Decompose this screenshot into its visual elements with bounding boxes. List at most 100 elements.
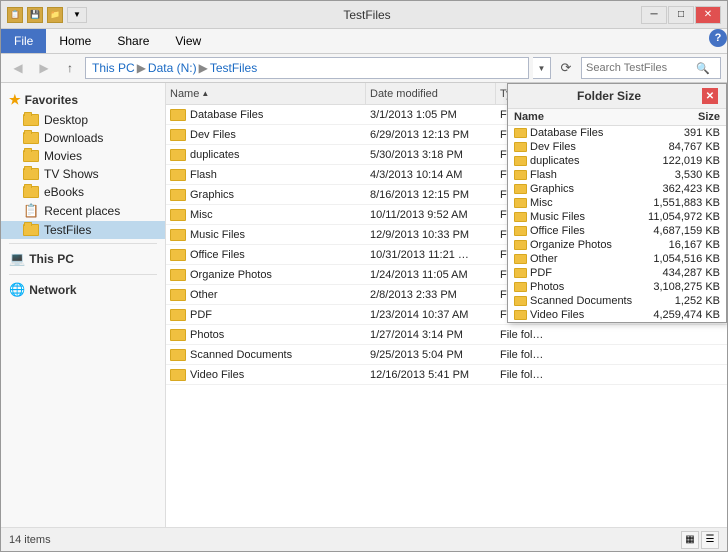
file-name-label: Organize Photos — [190, 269, 272, 281]
sidebar-label-tvshows: TV Shows — [44, 167, 99, 181]
tab-view[interactable]: View — [162, 29, 214, 53]
popup-folder-icon — [514, 128, 527, 138]
popup-folder-icon — [514, 170, 527, 180]
file-name-cell: duplicates — [166, 149, 366, 161]
list-item[interactable]: Music Files 11,054,972 KB — [508, 210, 726, 224]
sidebar-item-tvshows[interactable]: TV Shows — [1, 165, 165, 183]
list-item[interactable]: duplicates 122,019 KB — [508, 154, 726, 168]
list-item[interactable]: Organize Photos 16,167 KB — [508, 238, 726, 252]
popup-name-label: Other — [530, 253, 558, 265]
address-path[interactable]: This PC ▶ Data (N:) ▶ TestFiles — [85, 57, 529, 79]
path-data[interactable]: Data (N:) — [148, 61, 197, 75]
folder-icon — [170, 169, 186, 181]
file-date-cell: 12/9/2013 10:33 PM — [366, 229, 496, 241]
sidebar-label-movies: Movies — [44, 149, 82, 163]
sort-chevron: ▲ — [201, 89, 209, 98]
up-button[interactable]: ↑ — [59, 57, 81, 79]
refresh-button[interactable]: ⟳ — [555, 57, 577, 79]
folder-icon — [170, 369, 186, 381]
popup-item-name: Dev Files — [514, 141, 640, 153]
sidebar-favorites-section: ★ Favorites Desktop Downloads Movies — [1, 89, 165, 239]
sidebar-item-ebooks[interactable]: eBooks — [1, 183, 165, 201]
popup-name-label: Database Files — [530, 127, 603, 139]
close-button[interactable]: ✕ — [695, 6, 721, 24]
window-dropdown[interactable]: ▼ — [67, 7, 87, 23]
table-row[interactable]: Photos 1/27/2014 3:14 PM File fol… — [166, 325, 727, 345]
file-name-label: Flash — [190, 169, 217, 181]
popup-name-label: PDF — [530, 267, 552, 279]
maximize-button[interactable]: □ — [668, 6, 694, 24]
list-item[interactable]: Photos 3,108,275 KB — [508, 280, 726, 294]
sidebar-sep-1 — [9, 243, 157, 244]
list-item[interactable]: Video Files 4,259,474 KB — [508, 308, 726, 322]
list-item[interactable]: PDF 434,287 KB — [508, 266, 726, 280]
file-name-cell: Dev Files — [166, 129, 366, 141]
file-name-label: Other — [190, 289, 218, 301]
tab-home[interactable]: Home — [46, 29, 104, 53]
address-dropdown[interactable]: ▼ — [533, 57, 551, 79]
path-testfiles[interactable]: TestFiles — [210, 61, 257, 75]
sidebar-thispc-header[interactable]: 💻 This PC — [1, 248, 165, 270]
list-item[interactable]: Other 1,054,516 KB — [508, 252, 726, 266]
popup-close-button[interactable]: ✕ — [702, 88, 718, 104]
window: 📋 💾 📁 ▼ TestFiles ─ □ ✕ File Home Share … — [0, 0, 728, 552]
window-controls: ─ □ ✕ — [641, 6, 721, 24]
sidebar-network-header[interactable]: 🌐 Network — [1, 279, 165, 301]
list-item[interactable]: Database Files 391 KB — [508, 126, 726, 140]
list-item[interactable]: Scanned Documents 1,252 KB — [508, 294, 726, 308]
file-name-label: Photos — [190, 329, 224, 341]
popup-size-cell: 1,054,516 KB — [640, 253, 720, 265]
file-date-cell: 1/24/2013 11:05 AM — [366, 269, 496, 281]
popup-header: Folder Size ✕ — [508, 84, 726, 109]
sidebar-item-movies[interactable]: Movies — [1, 147, 165, 165]
back-button[interactable]: ◀ — [7, 57, 29, 79]
help-button[interactable]: ? — [709, 29, 727, 47]
list-item[interactable]: Dev Files 84,767 KB — [508, 140, 726, 154]
folder-icon-testfiles — [23, 224, 39, 236]
file-name-cell: PDF — [166, 309, 366, 321]
computer-icon: 💻 — [9, 251, 25, 267]
popup-name-label: Office Files — [530, 225, 585, 237]
forward-button[interactable]: ▶ — [33, 57, 55, 79]
list-item[interactable]: Flash 3,530 KB — [508, 168, 726, 182]
sidebar-item-testfiles[interactable]: TestFiles — [1, 221, 165, 239]
table-row[interactable]: Video Files 12/16/2013 5:41 PM File fol… — [166, 365, 727, 385]
file-name-label: Misc — [190, 209, 213, 221]
popup-folder-icon — [514, 254, 527, 264]
col-header-name[interactable]: Name ▲ — [166, 83, 366, 104]
popup-item-name: Office Files — [514, 225, 640, 237]
popup-folder-icon — [514, 212, 527, 222]
list-item[interactable]: Office Files 4,687,159 KB — [508, 224, 726, 238]
details-view-button[interactable]: ☰ — [701, 531, 719, 549]
list-item[interactable]: Misc 1,551,883 KB — [508, 196, 726, 210]
tab-file[interactable]: File — [1, 29, 46, 53]
search-input[interactable] — [586, 62, 696, 74]
popup-folder-icon — [514, 184, 527, 194]
folder-icon — [170, 229, 186, 241]
popup-col-size-header: Size — [640, 111, 720, 123]
sidebar-item-downloads[interactable]: Downloads — [1, 129, 165, 147]
popup-folder-icon — [514, 226, 527, 236]
popup-size-cell: 4,259,474 KB — [640, 309, 720, 321]
popup-folder-icon — [514, 240, 527, 250]
minimize-button[interactable]: ─ — [641, 6, 667, 24]
list-item[interactable]: Graphics 362,423 KB — [508, 182, 726, 196]
sidebar-item-recentplaces[interactable]: 📋 Recent places — [1, 201, 165, 221]
table-row[interactable]: Scanned Documents 9/25/2013 5:04 PM File… — [166, 345, 727, 365]
file-name-label: Graphics — [190, 189, 234, 201]
file-date-cell: 5/30/2013 3:18 PM — [366, 149, 496, 161]
folder-size-popup: Folder Size ✕ Name Size Database Files 3… — [507, 83, 727, 323]
folder-icon-movies — [23, 150, 39, 162]
folder-icon — [170, 149, 186, 161]
large-icons-view-button[interactable]: ▦ — [681, 531, 699, 549]
sidebar-favorites-header[interactable]: ★ Favorites — [1, 89, 165, 111]
popup-size-cell: 4,687,159 KB — [640, 225, 720, 237]
file-name-cell: Misc — [166, 209, 366, 221]
path-thispc[interactable]: This PC — [92, 61, 135, 75]
tab-share[interactable]: Share — [104, 29, 162, 53]
titlebar-icons: 📋 💾 📁 ▼ — [7, 7, 87, 23]
col-header-date[interactable]: Date modified — [366, 83, 496, 104]
sidebar-item-desktop[interactable]: Desktop — [1, 111, 165, 129]
sidebar-label-desktop: Desktop — [44, 113, 88, 127]
popup-size-cell: 122,019 KB — [640, 155, 720, 167]
